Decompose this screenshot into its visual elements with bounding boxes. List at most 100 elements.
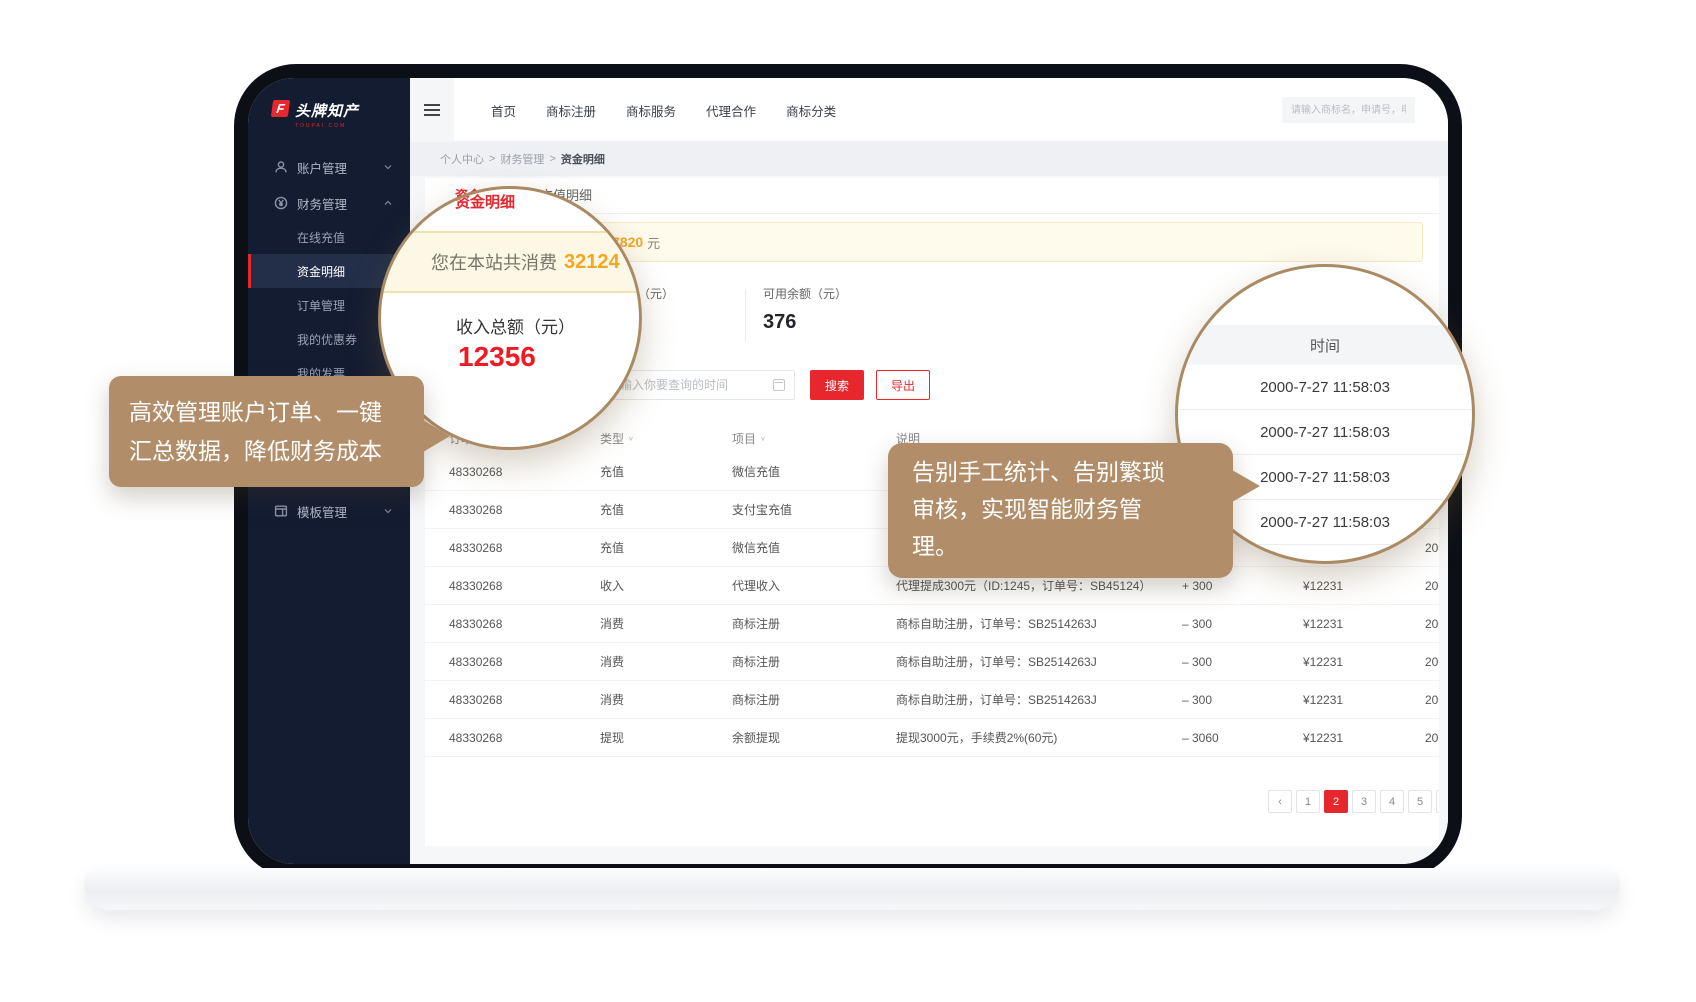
table-cell: 微信充值 [732,529,780,566]
table-cell: 2000-7-27 11:58:03 [1425,681,1439,718]
table-row: 48330268消费商标注册商标自助注册，订单号：SB2514263J– 300… [425,643,1439,681]
nav-link-3[interactable]: 代理合作 [706,101,756,120]
nav-link-2[interactable]: 商标服务 [626,101,676,120]
search-button[interactable]: 搜索 [810,370,864,400]
sidebar-item-label: 账户管理 [297,158,347,177]
table-cell: 48330268 [449,719,502,756]
menu-toggle-button[interactable] [410,78,454,142]
magnified-time-row: 2000-7-27 11:58:03 [1178,365,1472,410]
logo-subtitle: TOUPAI.COM [295,123,359,129]
pagination-page-3[interactable]: 3 [1352,790,1376,813]
sidebar-item-finance[interactable]: 财务管理 [248,186,410,220]
pagination-page-4[interactable]: 4 [1380,790,1404,813]
table-cell: 商标自助注册，订单号：SB2514263J [896,643,1097,680]
column-header-type[interactable]: 类型∨ [600,424,634,453]
sidebar-item-label: 模板管理 [297,502,347,521]
chevron-down-icon: ∨ [628,435,634,442]
trademark-search-input[interactable] [1282,97,1415,123]
breadcrumb-item[interactable]: 财务管理 [500,151,544,167]
pagination-next-button[interactable] [1436,790,1439,813]
magnified-banner: 您在本站共消费 32124 [381,231,639,293]
magnified-banner-prefix: 您在本站共消费 [431,249,557,275]
yuan-circle-icon [274,196,288,210]
pagination-page-1[interactable]: 1 [1296,790,1320,813]
table-cell: ¥12231 [1303,681,1343,718]
nav-link-0[interactable]: 首页 [491,101,516,120]
chevron-down-icon: ∨ [760,435,766,442]
table-cell: ¥12231 [1303,643,1343,680]
nav-link-1[interactable]: 商标注册 [546,101,596,120]
chevron-down-icon [384,507,392,515]
table-cell: 支付宝充值 [732,491,792,528]
nav-links: 首页 商标注册 商标服务 代理合作 商标分类 [491,78,836,142]
column-header-project[interactable]: 项目∨ [732,424,766,453]
table-cell: 微信充值 [732,453,780,490]
table-cell: – 3060 [1182,719,1219,756]
stat-balance: 可用余额（元） 376 [763,285,847,334]
table-cell: 消费 [600,643,624,680]
pagination-page-5[interactable]: 5 [1408,790,1432,813]
table-cell: 商标注册 [732,643,780,680]
table-cell: 48330268 [449,491,502,528]
table-cell: 48330268 [449,643,502,680]
table-cell: 2000-7-27 11:58:03 [1425,719,1439,756]
breadcrumb-item[interactable]: 个人中心 [440,151,484,167]
table-cell: 充值 [600,491,624,528]
table-cell: 48330268 [449,453,502,490]
table-cell: 余额提现 [732,719,780,756]
table-cell: 代理收入 [732,567,780,604]
logo: F 头牌知产 TOUPAI.COM [272,100,359,129]
sidebar-item-template[interactable]: 模板管理 [248,494,410,528]
pagination-prev-button[interactable]: ‹ [1268,790,1292,813]
table-cell: – 300 [1182,605,1212,642]
table-cell: 48330268 [449,567,502,604]
page: F 头牌知产 TOUPAI.COM 账户管理 财务管理 在线充值资金明细订单管理… [0,0,1696,1002]
table-cell: ¥12231 [1303,605,1343,642]
table-row: 48330268消费商标注册商标自助注册，订单号：SB2514263J– 300… [425,605,1439,643]
table-cell: – 300 [1182,681,1212,718]
table-cell: 商标自助注册，订单号：SB2514263J [896,605,1097,642]
table-cell: 商标自助注册，订单号：SB2514263J [896,681,1097,718]
table-cell: 消费 [600,605,624,642]
table-cell: 消费 [600,681,624,718]
top-navbar: 首页 商标注册 商标服务 代理合作 商标分类 [410,78,1448,142]
banner-unit: 元 [647,233,660,252]
table-cell: 48330268 [449,681,502,718]
table-cell: 2000-7-27 11:58:03 [1425,643,1439,680]
table-cell: 商标注册 [732,681,780,718]
table-cell: 收入 [600,567,624,604]
sidebar-item-label: 财务管理 [297,194,347,213]
table-row: 48330268 消费 商标注册 商标自助注册，订单号：SB2514263J – 300… [425,681,1439,719]
breadcrumb: 个人中心 > 财务管理 > 资金明细 [410,142,1448,176]
laptop-base [84,868,1620,910]
stat-divider [745,289,746,341]
template-icon [274,504,288,518]
export-button[interactable]: 导出 [876,370,930,400]
pagination-page-2[interactable]: 2 [1324,790,1348,813]
table-cell: 充值 [600,453,624,490]
table-cell: 提现 [600,719,624,756]
table-cell: 48330268 [449,605,502,642]
breadcrumb-current: 资金明细 [561,151,605,167]
callout-right: 告别手工统计、告别繁琐 审核，实现智能财务管 理。 [888,443,1233,578]
magnified-income-label: 收入总额（元） [456,313,575,338]
chevron-down-icon [384,163,392,171]
user-icon [274,160,288,174]
calendar-icon [773,379,785,391]
table-cell: 2000-7-27 11:58:03 [1425,605,1439,642]
nav-link-4[interactable]: 商标分类 [786,101,836,120]
magnified-banner-amount: 32124 [564,251,620,274]
hamburger-icon [424,109,440,111]
logo-title: 头牌知产 [295,100,359,121]
magnified-tab-label: 资金明细 [455,191,515,212]
sidebar-item-account[interactable]: 账户管理 [248,150,410,184]
table-cell: 提现3000元，手续费2%(60元) [896,719,1057,756]
table-cell: 充值 [600,529,624,566]
callout-arrow-right-icon [1232,470,1260,502]
table-cell: 48330268 [449,529,502,566]
logo-icon: F [271,100,290,117]
table-cell: ¥12231 [1303,719,1343,756]
table-cell: ¥12231 [1303,567,1343,604]
callout-arrow-right-icon [423,420,450,452]
table-cell: 2000-7-27 11:58:03 [1425,567,1439,604]
